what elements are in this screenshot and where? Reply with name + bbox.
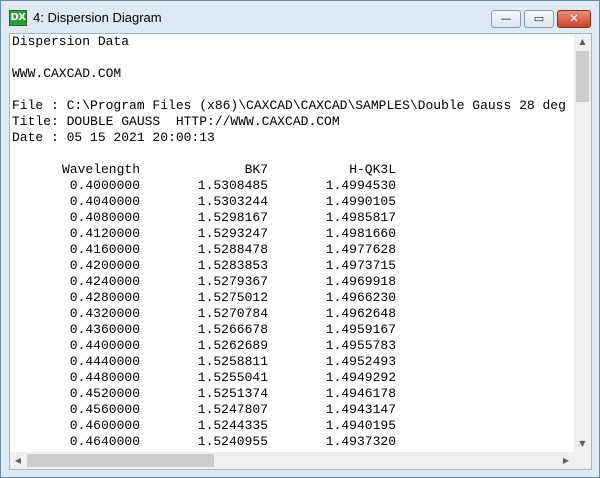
bk7-index-cell: 1.5303244 (197, 194, 268, 209)
table-row: 0.4200000 1.5283853 1.4973715 (12, 258, 396, 274)
wavelength-cell: 0.4160000 (69, 242, 140, 257)
dispersion-diagram-window: DX 4: Dispersion Diagram — ▭ ✕ Dispersio… (0, 0, 600, 478)
bk7-index-cell: 1.5251374 (197, 386, 268, 401)
h-qk3l-index-cell: 1.4966230 (325, 290, 396, 305)
h-qk3l-index-cell: 1.4940195 (325, 418, 396, 433)
close-button[interactable]: ✕ (557, 10, 591, 28)
wavelength-cell: 0.4440000 (69, 354, 140, 369)
horizontal-scroll-thumb[interactable] (27, 454, 214, 467)
h-qk3l-index-cell: 1.4937320 (325, 434, 396, 449)
table-row: 0.4280000 1.5275012 1.4966230 (12, 290, 396, 306)
wavelength-cell: 0.4240000 (69, 274, 140, 289)
wavelength-cell: 0.4560000 (69, 402, 140, 417)
table-row: 0.4080000 1.5298167 1.4985817 (12, 210, 396, 226)
bk7-index-cell: 1.5279367 (197, 274, 268, 289)
wavelength-cell: 0.4120000 (69, 226, 140, 241)
window-title: 4: Dispersion Diagram (33, 10, 162, 25)
text-output-panel[interactable]: Dispersion Data WWW.CAXCAD.COM File : C:… (9, 33, 592, 470)
column-header-wavelength: Wavelength (61, 162, 140, 177)
wavelength-cell: 0.4640000 (69, 434, 140, 449)
wavelength-cell: 0.4320000 (69, 306, 140, 321)
table-header-row: Wavelength BK7 H-QK3L (12, 162, 396, 178)
wavelength-cell: 0.4520000 (69, 386, 140, 401)
table-row: 0.4600000 1.5244335 1.4940195 (12, 418, 396, 434)
h-qk3l-index-cell: 1.4973715 (325, 258, 396, 273)
dispersion-text[interactable]: Dispersion Data WWW.CAXCAD.COM File : C:… (10, 34, 574, 452)
bk7-index-cell: 1.5240955 (197, 434, 268, 449)
report-heading: Dispersion Data (12, 34, 130, 49)
title-line: Title: DOUBLE GAUSS HTTP://WWW.CAXCAD.CO… (12, 114, 340, 129)
table-row: 0.4240000 1.5279367 1.4969918 (12, 274, 396, 290)
minimize-button[interactable]: — (491, 10, 521, 28)
bk7-index-cell: 1.5293247 (197, 226, 268, 241)
bk7-index-cell: 1.5247807 (197, 402, 268, 417)
wavelength-cell: 0.4400000 (69, 338, 140, 353)
h-qk3l-index-cell: 1.4969918 (325, 274, 396, 289)
bk7-index-cell: 1.5308485 (197, 178, 268, 193)
bk7-index-cell: 1.5266678 (197, 322, 268, 337)
table-row: 0.4440000 1.5258811 1.4952493 (12, 354, 396, 370)
scroll-down-icon[interactable]: ▼ (574, 436, 591, 452)
table-row: 0.4560000 1.5247807 1.4943147 (12, 402, 396, 418)
table-row: 0.4360000 1.5266678 1.4959167 (12, 322, 396, 338)
table-row: 0.4000000 1.5308485 1.4994530 (12, 178, 396, 194)
bk7-index-cell: 1.5288478 (197, 242, 268, 257)
file-path-line: File : C:\Program Files (x86)\CAXCAD\CAX… (12, 98, 566, 113)
h-qk3l-index-cell: 1.4962648 (325, 306, 396, 321)
table-row: 0.4520000 1.5251374 1.4946178 (12, 386, 396, 402)
wavelength-cell: 0.4080000 (69, 210, 140, 225)
wavelength-cell: 0.4600000 (69, 418, 140, 433)
h-qk3l-index-cell: 1.4977628 (325, 242, 396, 257)
table-row: 0.4640000 1.5240955 1.4937320 (12, 434, 396, 450)
h-qk3l-index-cell: 1.4946178 (325, 386, 396, 401)
wavelength-cell: 0.4280000 (69, 290, 140, 305)
wavelength-cell: 0.4040000 (69, 194, 140, 209)
wavelength-cell: 0.4200000 (69, 258, 140, 273)
vertical-scrollbar[interactable]: ▲ ▼ (574, 34, 591, 452)
bk7-index-cell: 1.5258811 (197, 354, 268, 369)
table-row: 0.4160000 1.5288478 1.4977628 (12, 242, 396, 258)
h-qk3l-index-cell: 1.4959167 (325, 322, 396, 337)
vertical-scroll-thumb[interactable] (576, 51, 589, 102)
table-row: 0.4040000 1.5303244 1.4990105 (12, 194, 396, 210)
h-qk3l-index-cell: 1.4985817 (325, 210, 396, 225)
website-line: WWW.CAXCAD.COM (12, 66, 122, 81)
h-qk3l-index-cell: 1.4952493 (325, 354, 396, 369)
h-qk3l-index-cell: 1.4943147 (325, 402, 396, 417)
column-header-bk7: BK7 (244, 162, 268, 177)
horizontal-scrollbar[interactable]: ◀ ▶ (10, 452, 574, 469)
bk7-index-cell: 1.5298167 (197, 210, 268, 225)
date-line: Date : 05 15 2021 20:00:13 (12, 130, 215, 145)
bk7-index-cell: 1.5275012 (197, 290, 268, 305)
h-qk3l-index-cell: 1.4990105 (325, 194, 396, 209)
table-row: 0.4480000 1.5255041 1.4949292 (12, 370, 396, 386)
wavelength-cell: 0.4480000 (69, 370, 140, 385)
table-row: 0.4120000 1.5293247 1.4981660 (12, 226, 396, 242)
h-qk3l-index-cell: 1.4981660 (325, 226, 396, 241)
scroll-left-icon[interactable]: ◀ (10, 452, 26, 469)
table-row: 0.4320000 1.5270784 1.4962648 (12, 306, 396, 322)
title-bar[interactable]: DX 4: Dispersion Diagram — ▭ ✕ (1, 1, 599, 33)
bk7-index-cell: 1.5270784 (197, 306, 268, 321)
h-qk3l-index-cell: 1.4949292 (325, 370, 396, 385)
wavelength-cell: 0.4360000 (69, 322, 140, 337)
table-row: 0.4400000 1.5262689 1.4955783 (12, 338, 396, 354)
maximize-button[interactable]: ▭ (524, 10, 554, 28)
bk7-index-cell: 1.5283853 (197, 258, 268, 273)
size-grip (574, 452, 591, 469)
bk7-index-cell: 1.5255041 (197, 370, 268, 385)
app-icon[interactable]: DX (9, 10, 27, 26)
h-qk3l-index-cell: 1.4994530 (325, 178, 396, 193)
h-qk3l-index-cell: 1.4955783 (325, 338, 396, 353)
bk7-index-cell: 1.5262689 (197, 338, 268, 353)
scroll-up-icon[interactable]: ▲ (574, 34, 591, 50)
column-header-h-qk3l: H-QK3L (349, 162, 396, 177)
bk7-index-cell: 1.5244335 (197, 418, 268, 433)
scroll-right-icon[interactable]: ▶ (558, 452, 574, 469)
wavelength-cell: 0.4000000 (69, 178, 140, 193)
